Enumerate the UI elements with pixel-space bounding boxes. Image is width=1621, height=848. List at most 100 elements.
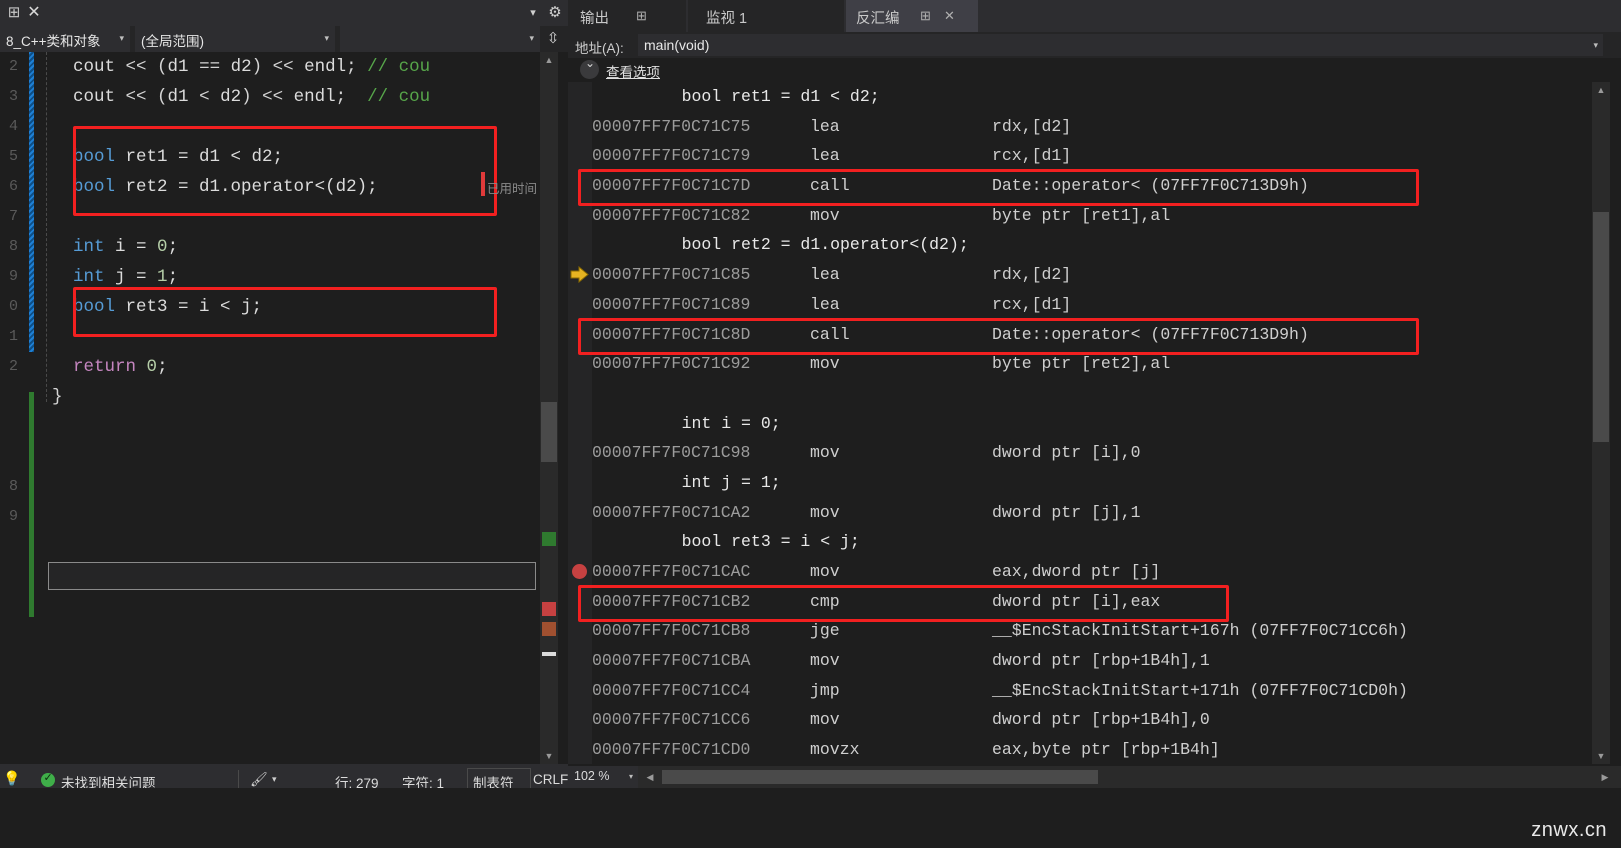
disassembly-instruction[interactable]: 00007FF7F0C71C98 mov dword ptr [i],0 [592,438,1592,468]
disassembly-instruction[interactable]: 00007FF7F0C71CA2 mov dword ptr [j],1 [592,498,1592,528]
scroll-left-icon[interactable]: ◀ [642,769,658,785]
disassembly-horizontal-scrollbar[interactable]: ◀ ▶ [568,766,1621,788]
disassembly-instruction[interactable]: 00007FF7F0C71CC6 mov dword ptr [rbp+1B4h],… [592,705,1592,735]
disassembly-instruction[interactable]: 00007FF7F0C71C82 mov byte ptr [ret1],al [592,201,1592,231]
scrollbar-thumb[interactable] [1593,212,1609,442]
instruction-operands: Date::operator< (07FF7F0C713D9h) [992,324,1309,344]
scroll-up-icon[interactable]: ▲ [1592,82,1610,98]
tab-disassembly[interactable]: 反汇编 ⊞ ✕ [846,0,978,32]
bottom-filler [0,796,1621,848]
scroll-down-icon[interactable]: ▼ [1592,748,1610,764]
lightbulb-icon[interactable]: 💡 [3,770,21,790]
code-token: ; [346,57,368,77]
scrollbar-thumb[interactable] [541,402,557,462]
address-input[interactable]: main(void) ▾ [638,34,1603,56]
instruction-mnemonic: jmp [810,680,840,700]
scope-combo[interactable]: (全局范围) ▾ [135,26,335,52]
code-token: bool [73,147,116,167]
pin-icon[interactable]: ⊞ [5,4,23,22]
instruction-mnemonic: mov [810,651,840,671]
disassembly-instruction[interactable]: 00007FF7F0C71CAC mov eax,dword ptr [j] [592,557,1592,587]
instruction-mnemonic: mov [810,502,840,522]
chevron-down-icon[interactable]: ▾ [1593,40,1598,51]
code-token: 0 [146,357,158,377]
disassembly-instruction[interactable]: 00007FF7F0C71C92 mov byte ptr [ret2],al [592,349,1592,379]
pin-icon[interactable]: ⊞ [920,8,931,24]
scroll-down-icon[interactable]: ▼ [540,748,558,764]
code-line[interactable]: bool ret2 = d1.operator<(d2); [52,172,552,202]
chevron-down-icon[interactable]: ▾ [524,4,542,22]
code-token: } [52,387,63,407]
code-token: int [73,267,105,287]
line-number: 9 [8,508,18,525]
scroll-right-icon[interactable]: ▶ [1597,769,1613,785]
disassembly-blank-line[interactable] [592,379,1592,409]
project-combo[interactable]: 8_C++类和对象 ▾ [0,26,130,52]
address-bar: 地址(A): main(void) ▾ [568,32,1621,58]
code-line[interactable]: bool ret3 = i < j; [52,292,552,322]
chevron-down-icon[interactable] [580,56,599,79]
code-line[interactable]: int i = 0; [52,232,552,262]
code-token: int [73,237,105,257]
disassembly-source-line[interactable]: int j = 1; [592,468,1592,498]
instruction-operands: Date::operator< (07FF7F0C713D9h) [992,176,1309,196]
code-token: ; [157,357,168,377]
close-icon[interactable]: ✕ [944,8,955,24]
source-code-text[interactable]: cout << (d1 == d2) << endl; // cou cout … [52,52,552,412]
instruction-address: 00007FF7F0C71C8D [592,324,751,344]
pin-icon[interactable]: ⊞ [636,8,647,24]
disassembly-vertical-scrollbar[interactable]: ▲ ▼ [1592,82,1610,764]
code-line[interactable]: return 0; [52,352,552,382]
view-options-row[interactable]: 查看选项 [568,56,1621,82]
tab-disassembly-label: 反汇编 [856,11,900,27]
disassembly-instruction[interactable]: 00007FF7F0C71C89 lea rcx,[d1] [592,290,1592,320]
member-combo[interactable]: ▾ [340,26,540,52]
disassembly-instruction[interactable]: 00007FF7F0C71C85 lea rdx,[d2] [592,260,1592,290]
code-token: d2 [220,87,242,107]
disassembly-instruction[interactable]: 00007FF7F0C71CB8 jge __$EncStackInitStart+… [592,616,1592,646]
brush-icon[interactable]: 🖌 [250,771,268,788]
code-line[interactable] [52,322,552,352]
disassembly-instruction[interactable]: 00007FF7F0C71C79 lea rcx,[d1] [592,141,1592,171]
tab-output[interactable]: 输出 ⊞ [568,0,686,32]
disassembly-instruction[interactable]: 00007FF7F0C71CBA mov dword ptr [rbp+1B4h],… [592,646,1592,676]
editor-vertical-scrollbar[interactable]: ▲ ▼ [540,52,558,764]
code-line[interactable]: cout << (d1 == d2) << endl; // cou [52,52,552,82]
code-token: cout [73,57,116,77]
hscrollbar-thumb[interactable] [662,770,1098,784]
disassembly-instruction[interactable]: 00007FF7F0C71C7D call Date::operator< (07F… [592,171,1592,201]
code-line[interactable]: int j = 1; [52,262,552,292]
disassembly-source-line[interactable]: bool ret3 = i < j; [592,527,1592,557]
split-view-icon[interactable]: ⇳ [543,29,563,49]
disassembly-source-line[interactable]: int i = 0; [592,409,1592,439]
disassembly-gutter[interactable] [568,82,592,764]
instruction-mnemonic: lea [810,116,840,136]
view-options-label[interactable]: 查看选项 [606,61,660,81]
disassembly-instruction[interactable]: 00007FF7F0C71CD0 movzx eax,byte ptr [rbp+1… [592,735,1592,764]
disassembly-instruction[interactable]: 00007FF7F0C71CC4 jmp __$EncStackInitStart+… [592,676,1592,706]
chevron-down-icon[interactable]: ▾ [629,772,633,781]
gear-icon[interactable]: ⚙ [545,3,565,23]
code-line[interactable] [52,112,552,142]
disassembly-instruction[interactable]: 00007FF7F0C71C8D call Date::operator< (07F… [592,320,1592,350]
instruction-mnemonic: mov [810,710,840,730]
instruction-operands: dword ptr [i],eax [992,591,1161,611]
tab-watch[interactable]: 监视 1 [688,0,844,32]
disassembly-instruction[interactable]: 00007FF7F0C71C75 lea rdx,[d2] [592,112,1592,142]
instruction-mnemonic: call [810,324,850,344]
chevron-down-icon: ▾ [119,33,124,43]
disassembly-source-line[interactable]: bool ret2 = d1.operator<(d2); [592,230,1592,260]
disassembly-instruction[interactable]: 00007FF7F0C71CB2 cmp dword ptr [i],eax [592,587,1592,617]
code-line[interactable] [52,202,552,232]
disassembly-source-line[interactable]: bool ret1 = d1 < d2; [592,82,1592,112]
line-number [0,442,20,472]
zoom-level-control[interactable]: 102 % ▾ [568,766,638,788]
chevron-down-icon[interactable]: ▾ [272,774,277,785]
disassembly-listing[interactable]: bool ret1 = d1 < d2; 00007FF7F0C71C75 lea r… [592,82,1592,764]
close-icon[interactable]: ✕ [24,3,44,23]
scroll-up-icon[interactable]: ▲ [540,52,558,68]
code-line[interactable]: bool ret1 = d1 < d2; [52,142,552,172]
code-line[interactable]: } [52,382,552,412]
code-line[interactable]: cout << (d1 < d2) << endl; // cou [52,82,552,112]
